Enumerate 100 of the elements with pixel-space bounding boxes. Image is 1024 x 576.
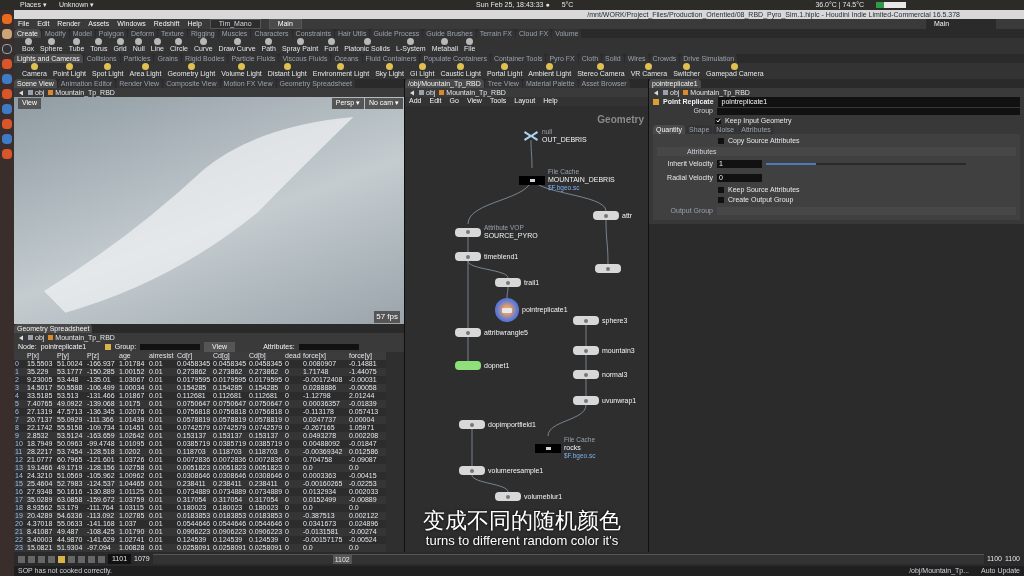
tool-icon: [441, 38, 449, 45]
dop-network-node[interactable]: [455, 361, 481, 370]
node-wire: [605, 219, 609, 265]
sop-node[interactable]: [595, 264, 621, 273]
group-field[interactable]: [140, 344, 201, 350]
node-icon: [584, 372, 588, 377]
light-icon: [546, 63, 554, 70]
tool-icon: [95, 38, 103, 45]
light-icon: [65, 63, 73, 70]
tool-icon: [233, 38, 241, 45]
node-wire: [547, 404, 587, 437]
point-mode-icon[interactable]: [104, 344, 111, 350]
node-icon: [584, 348, 588, 353]
context-label: Geometry: [597, 113, 644, 127]
light-icon: [457, 63, 465, 70]
node-icon: [604, 213, 608, 218]
light-icon: [104, 63, 112, 70]
geo-node-icon: [48, 335, 54, 340]
tool-icon: [265, 38, 273, 45]
node-wire: [471, 428, 473, 467]
tool-icon: [135, 38, 143, 45]
node-wire: [585, 324, 587, 347]
file-cache-node[interactable]: [535, 443, 561, 453]
node-icon: [466, 330, 470, 335]
node-icon: [584, 318, 588, 323]
back-arrow-icon[interactable]: [18, 334, 24, 341]
back-arrow-icon[interactable]: [18, 89, 24, 96]
light-icon: [238, 63, 246, 70]
sop-node[interactable]: [495, 492, 521, 501]
sop-node[interactable]: [455, 328, 481, 337]
fps-readout: 57 fps: [374, 311, 400, 323]
terminal-icon[interactable]: [2, 44, 12, 54]
node-icon: [466, 254, 470, 259]
attributes-field[interactable]: [298, 344, 359, 350]
checkbox[interactable]: [718, 186, 724, 193]
sop-node[interactable]: [573, 396, 599, 405]
node-wire: [506, 286, 509, 299]
tool-icon: [363, 38, 371, 45]
node-wire: [530, 139, 533, 169]
geo-node-icon: [48, 90, 54, 95]
tool-icon: [466, 38, 474, 45]
tool-icon: [407, 38, 415, 45]
sop-node[interactable]: [459, 466, 485, 475]
node-icon: [606, 266, 610, 271]
node-icon: [470, 422, 474, 427]
sop-node[interactable]: [573, 346, 599, 355]
browser-icon[interactable]: [2, 14, 12, 24]
light-icon: [418, 63, 426, 70]
geo-node-icon: [683, 90, 689, 95]
network-canvas[interactable]: [405, 106, 648, 552]
folder-icon: [28, 90, 33, 95]
folder-icon[interactable]: [2, 29, 12, 39]
node-icon: [470, 468, 474, 473]
file-cache-node[interactable]: [519, 175, 545, 185]
checkbox[interactable]: [718, 137, 724, 144]
sop-node[interactable]: [593, 211, 619, 220]
node-icon: [502, 307, 512, 313]
light-icon: [386, 63, 394, 70]
group-field[interactable]: [717, 108, 1020, 115]
node-wire: [585, 378, 587, 397]
sop-node[interactable]: [573, 316, 599, 325]
sop-node[interactable]: [455, 227, 481, 237]
folder-icon: [419, 90, 424, 95]
checkbox[interactable]: [718, 196, 724, 203]
tool-icon: [175, 38, 183, 45]
tool-icon: [327, 38, 335, 45]
light-icon: [187, 63, 195, 70]
light-icon: [501, 63, 509, 70]
node-icon: [506, 280, 510, 285]
sop-node[interactable]: [495, 278, 521, 287]
folder-icon: [28, 335, 33, 340]
tool-icon: [73, 38, 80, 45]
cpu-graph[interactable]: [876, 2, 907, 8]
tool-icon: [116, 38, 124, 45]
node-type-icon: [653, 99, 659, 105]
null-node-cross-icon[interactable]: [523, 130, 539, 142]
folder-icon: [663, 90, 668, 95]
light-icon: [597, 63, 605, 70]
node-icon: [506, 494, 510, 499]
subtitle-english: turns to different random color it's: [425, 533, 619, 548]
sop-node[interactable]: [573, 370, 599, 379]
node-wire: [585, 354, 587, 371]
tool-icon: [24, 38, 32, 45]
back-arrow-icon[interactable]: [653, 89, 659, 96]
light-icon: [731, 63, 739, 70]
light-icon: [142, 63, 149, 70]
node-wire: [471, 474, 509, 493]
tool-icon: [47, 38, 55, 45]
node-icon: [466, 230, 470, 234]
back-arrow-icon[interactable]: [409, 89, 415, 96]
sop-node[interactable]: [455, 252, 481, 261]
subtitle-chinese: 变成不同的随机颜色: [423, 508, 621, 533]
selected-node-highlight[interactable]: [495, 298, 519, 322]
slider-fill[interactable]: [766, 163, 816, 166]
sop-node[interactable]: [459, 420, 485, 429]
stop-button-icon[interactable]: [58, 555, 65, 563]
tool-icon: [153, 38, 161, 45]
checkbox[interactable]: [715, 117, 721, 124]
light-icon: [283, 63, 291, 70]
tool-icon: [296, 38, 304, 45]
